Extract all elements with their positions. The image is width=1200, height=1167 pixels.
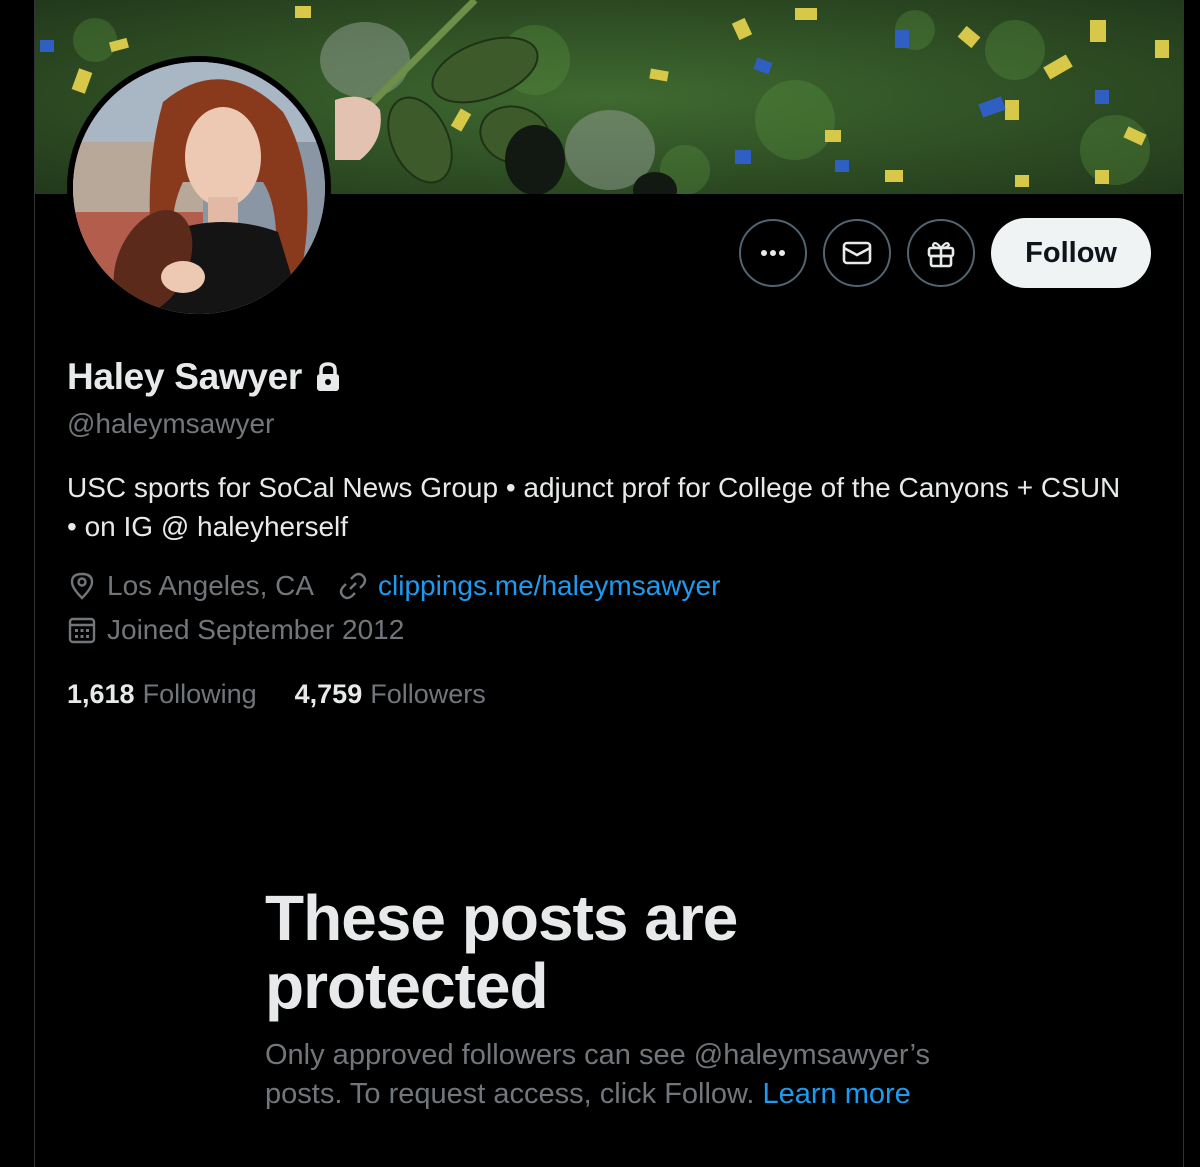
profile-meta-row: Los Angeles, CA clippings.me/haleymsawye…	[67, 570, 744, 602]
calendar-icon	[68, 617, 96, 644]
profile-name-row: Haley Sawyer	[67, 356, 342, 398]
followers-stat[interactable]: 4,759 Followers	[295, 679, 486, 710]
envelope-icon	[842, 241, 872, 265]
following-stat[interactable]: 1,618 Following	[67, 679, 257, 710]
more-horizontal-icon	[761, 250, 786, 256]
followers-label: Followers	[370, 679, 486, 709]
joined-item: Joined September 2012	[67, 614, 404, 646]
message-button[interactable]	[823, 219, 892, 287]
website-item[interactable]: clippings.me/haleymsawyer	[338, 570, 720, 602]
link-icon	[339, 572, 367, 600]
profile-bio: USC sports for SoCal News Group • adjunc…	[67, 472, 1121, 542]
page: Follow Haley Sawyer @haleymsawyer USC sp…	[0, 0, 1200, 1167]
profile-handle: @haleymsawyer	[67, 408, 275, 439]
lock-icon	[317, 362, 340, 391]
protected-title: These posts are protected	[265, 882, 738, 1022]
location-item: Los Angeles, CA	[67, 570, 314, 602]
learn-more-link[interactable]: Learn more	[763, 1078, 911, 1110]
location-pin-icon	[70, 572, 94, 600]
following-label: Following	[142, 679, 257, 709]
profile-actions: Follow	[739, 218, 1151, 288]
follow-button[interactable]: Follow	[991, 218, 1151, 288]
followers-count: 4,759	[294, 679, 363, 709]
gift-icon	[927, 241, 955, 268]
profile-stats: 1,618 Following 4,759 Followers	[67, 679, 486, 710]
location-text: Los Angeles, CA	[107, 570, 315, 601]
website-link[interactable]: clippings.me/haleymsawyer	[378, 570, 720, 602]
profile-column: Follow Haley Sawyer @haleymsawyer USC sp…	[34, 0, 1184, 1167]
avatar-photo	[73, 62, 325, 314]
profile-joined-row: Joined September 2012	[67, 614, 428, 646]
gift-button[interactable]	[907, 219, 976, 287]
display-name: Haley Sawyer	[67, 356, 303, 397]
more-button[interactable]	[739, 219, 808, 287]
profile-avatar[interactable]	[67, 56, 331, 320]
following-count: 1,618	[67, 679, 135, 709]
protected-message: Only approved followers can see @haleyms…	[265, 1036, 965, 1114]
joined-text: Joined September 2012	[107, 614, 405, 645]
